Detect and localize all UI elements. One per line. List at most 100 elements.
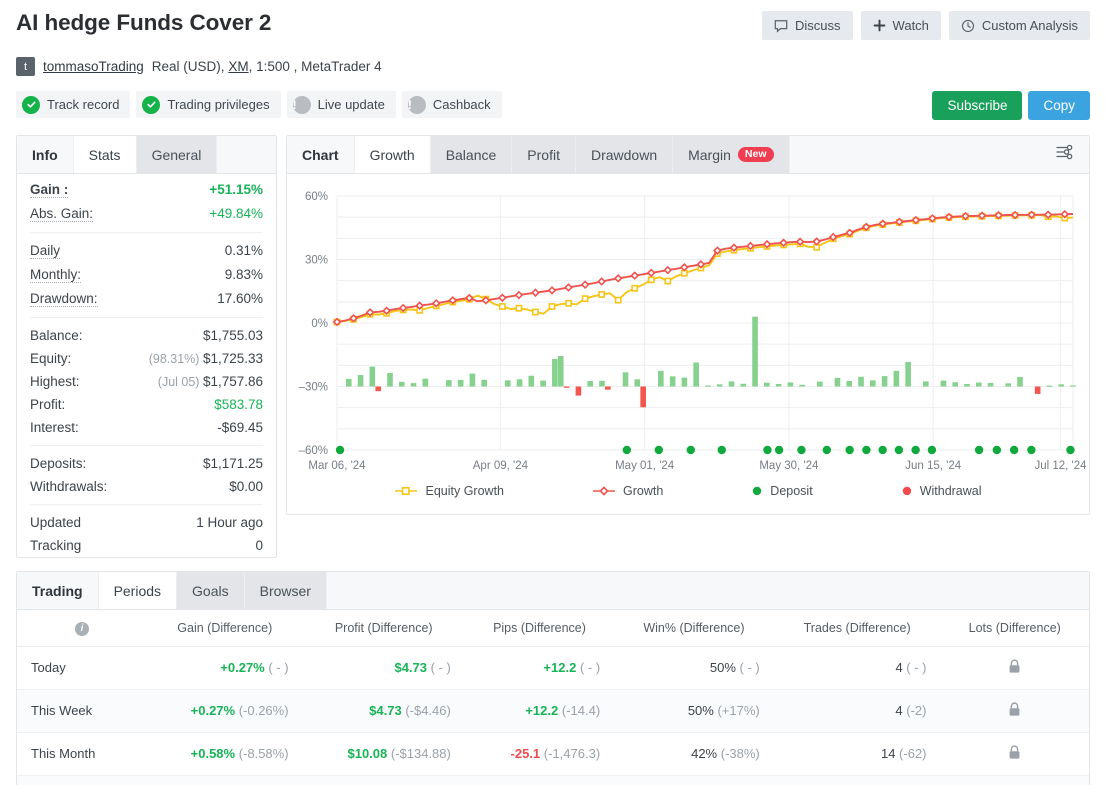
info-row: Drawdown:17.60% [17, 287, 276, 311]
chart-bar [682, 378, 688, 387]
tab-chart[interactable]: Chart [287, 136, 355, 173]
tab-goals[interactable]: Goals [177, 572, 245, 609]
tab-stats[interactable]: Stats [74, 136, 137, 173]
growth-chart[interactable]: –60%–30%0%30%60%Mar 06, '24Apr 09, '24Ma… [291, 180, 1087, 475]
col-info: i [17, 610, 147, 646]
chart-legend: Equity Growth Growth Deposit Withdrawal [291, 480, 1085, 504]
tab-margin[interactable]: Margin New [673, 136, 789, 173]
period-label: This Month [17, 732, 147, 775]
info-row-value-wrap: (98.31%) $1,725.33 [149, 351, 263, 366]
tab-margin-label: Margin [688, 147, 731, 163]
title-row: AI hedge Funds Cover 2 Discuss Watch Cus… [16, 8, 1090, 40]
chart-point-marker [813, 238, 819, 244]
info-row-label: Withdrawals: [30, 479, 107, 494]
cell-trades: 296 ( - ) [774, 775, 941, 785]
chart-deposit-marker [718, 446, 726, 454]
growth-marker-icon [592, 486, 616, 496]
table-row: This Year+51.15% ( - )$583.78 ( - )+4,92… [17, 775, 1089, 785]
info-row-label: Tracking [30, 538, 81, 553]
clock-icon [961, 19, 975, 33]
badge-live-update[interactable]: ! Live update [287, 91, 396, 118]
page-header: AI hedge Funds Cover 2 Discuss Watch Cus… [0, 0, 1106, 118]
legend-equity-growth[interactable]: Equity Growth [394, 484, 504, 498]
chart-point-marker [648, 270, 654, 276]
lock-icon [1008, 662, 1021, 677]
table-row: This Month+0.58% (-8.58%)$10.08 (-$134.8… [17, 732, 1089, 775]
chart-point-marker [599, 292, 604, 297]
badge-cashback[interactable]: ! Cashback [402, 91, 502, 118]
tab-trading[interactable]: Trading [17, 572, 99, 609]
broker-link[interactable]: XM [228, 59, 248, 74]
info-row-label: Monthly: [30, 267, 81, 283]
col-lots: Lots (Difference) [941, 610, 1090, 646]
tab-browser[interactable]: Browser [245, 572, 327, 609]
page-title: AI hedge Funds Cover 2 [16, 8, 271, 38]
table-row: This Week+0.27% (-0.26%)$4.73 (-$4.46)+1… [17, 689, 1089, 732]
chart-bar [952, 382, 958, 386]
tab-general[interactable]: General [137, 136, 218, 173]
info-row-value-wrap: $1,755.03 [203, 328, 263, 343]
chart-bar [1058, 384, 1064, 386]
chart-bar [817, 382, 823, 387]
legend-label: Deposit [770, 484, 812, 498]
chart-point-marker [516, 306, 521, 311]
tab-growth[interactable]: Growth [355, 136, 431, 173]
tab-info[interactable]: Info [17, 136, 74, 173]
info-icon[interactable]: i [75, 622, 89, 636]
cell-profit: $4.73 ( - ) [303, 646, 465, 689]
watch-button[interactable]: Watch [861, 11, 941, 40]
info-row: Gain :+51.15% [17, 178, 276, 202]
badge-label: Track record [47, 97, 119, 112]
tab-drawdown[interactable]: Drawdown [576, 136, 673, 173]
chart-bar [976, 382, 982, 386]
info-row-value: 9.83% [225, 267, 263, 282]
chart-point-marker [532, 290, 538, 296]
tab-profit[interactable]: Profit [512, 136, 576, 173]
chart-point-marker [549, 304, 554, 309]
chart-bar [411, 383, 417, 386]
copy-button[interactable]: Copy [1028, 91, 1090, 120]
chart-bar [729, 381, 735, 386]
chart-bar [623, 372, 629, 386]
chart-settings-button[interactable] [1041, 136, 1089, 173]
tab-balance[interactable]: Balance [431, 136, 513, 173]
chart-xtick-label: May 01, '24 [615, 460, 675, 472]
chart-bar [964, 384, 970, 387]
custom-analysis-button[interactable]: Custom Analysis [949, 11, 1090, 40]
cell-value: 50% [688, 703, 714, 718]
info-row: Equity:(98.31%) $1,725.33 [17, 347, 276, 370]
info-row-value-wrap: +51.15% [209, 182, 263, 197]
legend-deposit[interactable]: Deposit [751, 484, 812, 498]
chart-deposit-marker [845, 446, 853, 454]
cell-difference: ( - ) [427, 660, 451, 675]
chart-bar [1005, 383, 1011, 386]
discuss-button[interactable]: Discuss [762, 11, 853, 40]
cell-difference: (-$4.46) [402, 703, 451, 718]
chart-ytick-label: 60% [305, 191, 328, 203]
info-row-value: $1,725.33 [203, 351, 263, 366]
tabbar-spacer [327, 572, 1089, 609]
account-name-link[interactable]: tommasoTrading [43, 59, 144, 74]
chart-bar [387, 373, 393, 387]
legend-growth[interactable]: Growth [592, 484, 663, 498]
period-label: This Year [17, 775, 147, 785]
info-card: Info Stats General Gain :+51.15%Abs. Gai… [16, 135, 277, 558]
badge-trading-privileges[interactable]: Trading privileges [136, 91, 280, 118]
subscribe-button[interactable]: Subscribe [932, 91, 1022, 120]
cell-difference: (-8.58%) [235, 746, 288, 761]
info-row: Deposits:$1,171.25 [17, 452, 276, 475]
cell-pips: -25.1 (-1,476.3) [465, 732, 614, 775]
cell-difference: (-62) [895, 746, 926, 761]
discuss-label: Discuss [795, 18, 841, 33]
chart-xtick-label: Jun 15, '24 [905, 460, 962, 472]
cell-lots [941, 646, 1090, 689]
tab-periods[interactable]: Periods [99, 572, 177, 609]
cell-value: 4 [895, 703, 902, 718]
badge-track-record[interactable]: Track record [16, 91, 130, 118]
info-row-label: Balance: [30, 328, 83, 343]
legend-withdrawal[interactable]: Withdrawal [901, 484, 982, 498]
chart-bar [587, 381, 593, 387]
info-row-label: Profit: [30, 397, 65, 412]
chart-bar [658, 371, 664, 387]
plus-icon [873, 19, 886, 32]
